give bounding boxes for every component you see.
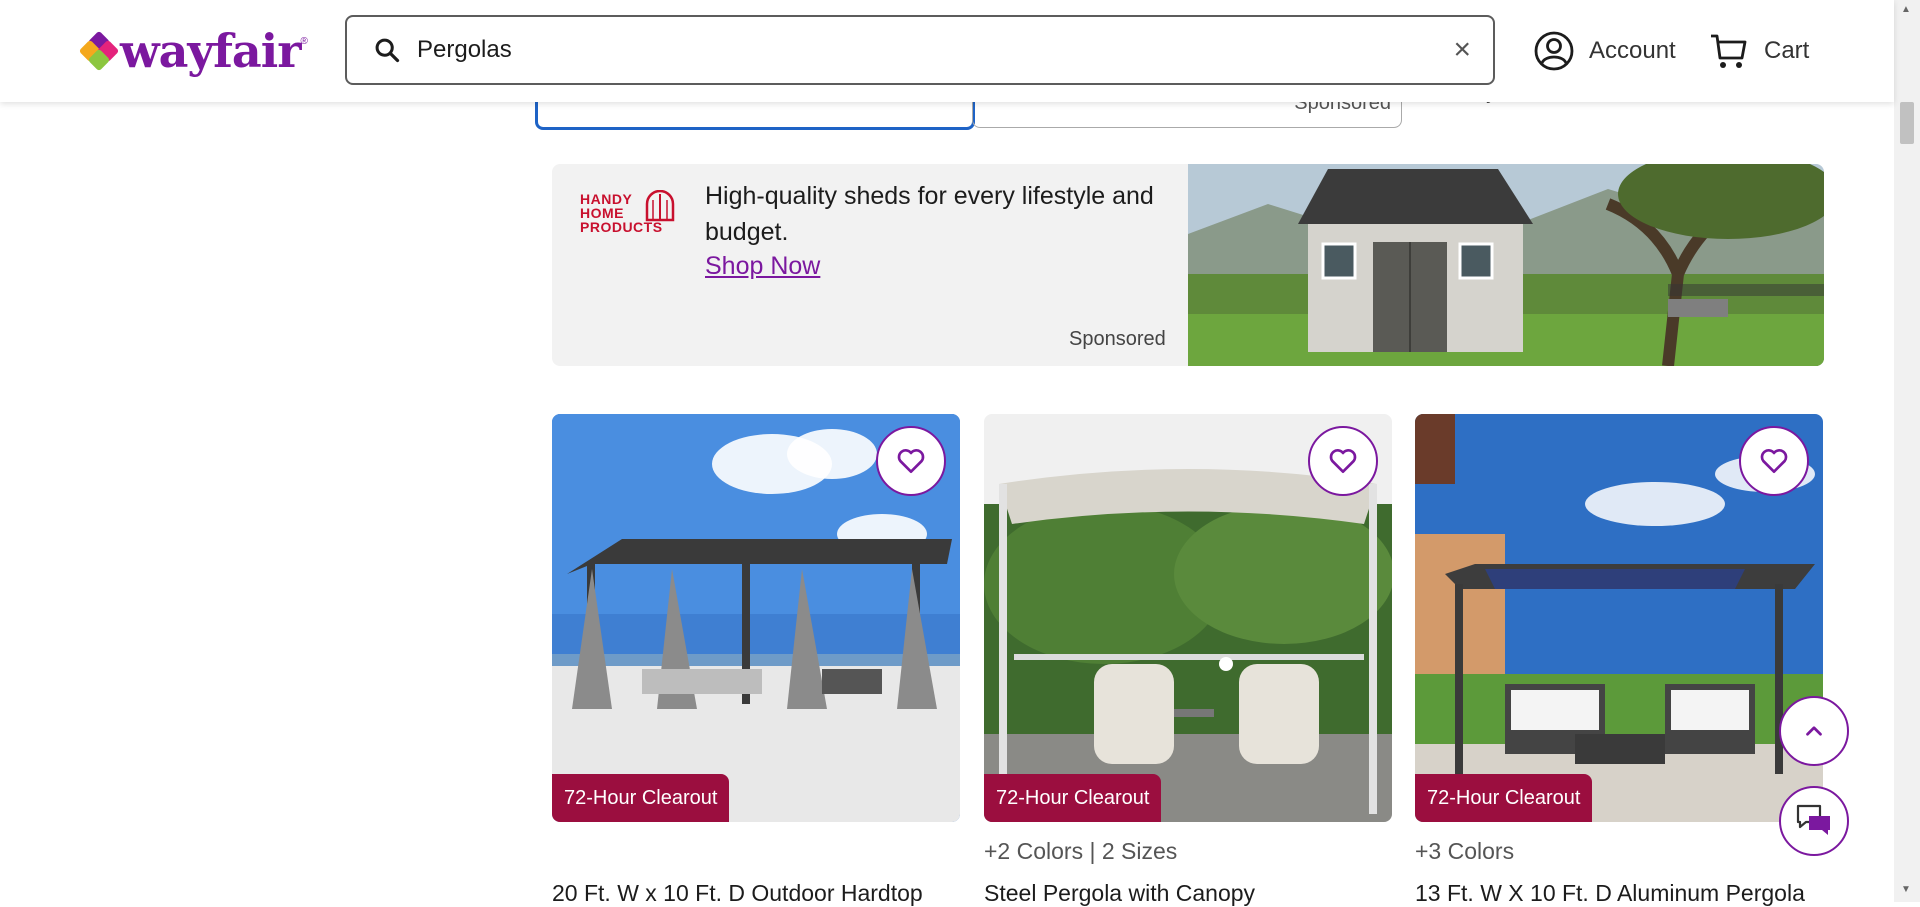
- favorite-button[interactable]: [1739, 426, 1809, 496]
- clearout-badge: 72-Hour Clearout: [552, 774, 730, 822]
- search-input[interactable]: [415, 35, 1454, 65]
- favorite-button[interactable]: [876, 426, 946, 496]
- account-link[interactable]: Account: [1533, 30, 1676, 72]
- chat-icon: [1796, 804, 1830, 835]
- handy-home-logo: HANDY HOME PRODUCTS: [580, 190, 676, 238]
- scroll-up-arrow-icon[interactable]: ▲: [1901, 4, 1911, 15]
- cart-link[interactable]: Cart: [1708, 30, 1809, 72]
- search-bar: ×: [345, 15, 1495, 85]
- heart-icon: [897, 449, 925, 473]
- back-to-top-button[interactable]: [1779, 696, 1849, 766]
- logo-mark-icon: [78, 30, 120, 72]
- product-title[interactable]: Steel Pergola with Canopy: [984, 880, 1255, 907]
- ad-sponsored-label: Sponsored: [1069, 328, 1166, 350]
- product-options[interactable]: +2 Colors | 2 Sizes: [984, 838, 1177, 865]
- scroll-down-arrow-icon[interactable]: ▼: [1901, 884, 1911, 895]
- ad-brand-line-3: PRODUCTS: [580, 219, 663, 235]
- cart-icon: [1711, 34, 1747, 68]
- ad-headline: High-quality sheds for every lifestyle a…: [705, 182, 1154, 246]
- top-header: wayfair ® × Account Cart: [0, 0, 1894, 102]
- page-scrollbar[interactable]: ▲ ▼: [1894, 0, 1920, 902]
- product-options[interactable]: +3 Colors: [1415, 838, 1514, 865]
- clearout-badge: 72-Hour Clearout: [984, 774, 1162, 822]
- logo-text: wayfair: [120, 24, 301, 78]
- clearout-badge: 72-Hour Clearout: [1415, 774, 1593, 822]
- shop-now-link[interactable]: Shop Now: [705, 252, 820, 281]
- product-title[interactable]: 20 Ft. W x 10 Ft. D Outdoor Hardtop: [552, 880, 923, 907]
- account-label: Account: [1589, 37, 1676, 64]
- sponsored-ad-banner[interactable]: HANDY HOME PRODUCTS High-quality sheds f…: [552, 164, 1824, 366]
- chevron-up-icon: [1806, 726, 1822, 736]
- scrollbar-thumb[interactable]: [1900, 102, 1914, 144]
- account-circle-icon: [1534, 31, 1574, 71]
- chat-button[interactable]: [1779, 786, 1849, 856]
- wayfair-logo[interactable]: wayfair ®: [78, 22, 308, 80]
- heart-icon: [1329, 449, 1357, 473]
- shed-door-icon: [645, 190, 675, 222]
- cart-label: Cart: [1764, 37, 1810, 64]
- favorite-button[interactable]: [1308, 426, 1378, 496]
- heart-icon: [1760, 449, 1788, 473]
- close-icon[interactable]: ×: [1453, 35, 1471, 65]
- logo-trademark: ®: [300, 36, 308, 47]
- shed-ad-image: [1188, 164, 1824, 366]
- product-title[interactable]: 13 Ft. W X 10 Ft. D Aluminum Pergola: [1415, 880, 1805, 907]
- search-icon[interactable]: [373, 36, 401, 64]
